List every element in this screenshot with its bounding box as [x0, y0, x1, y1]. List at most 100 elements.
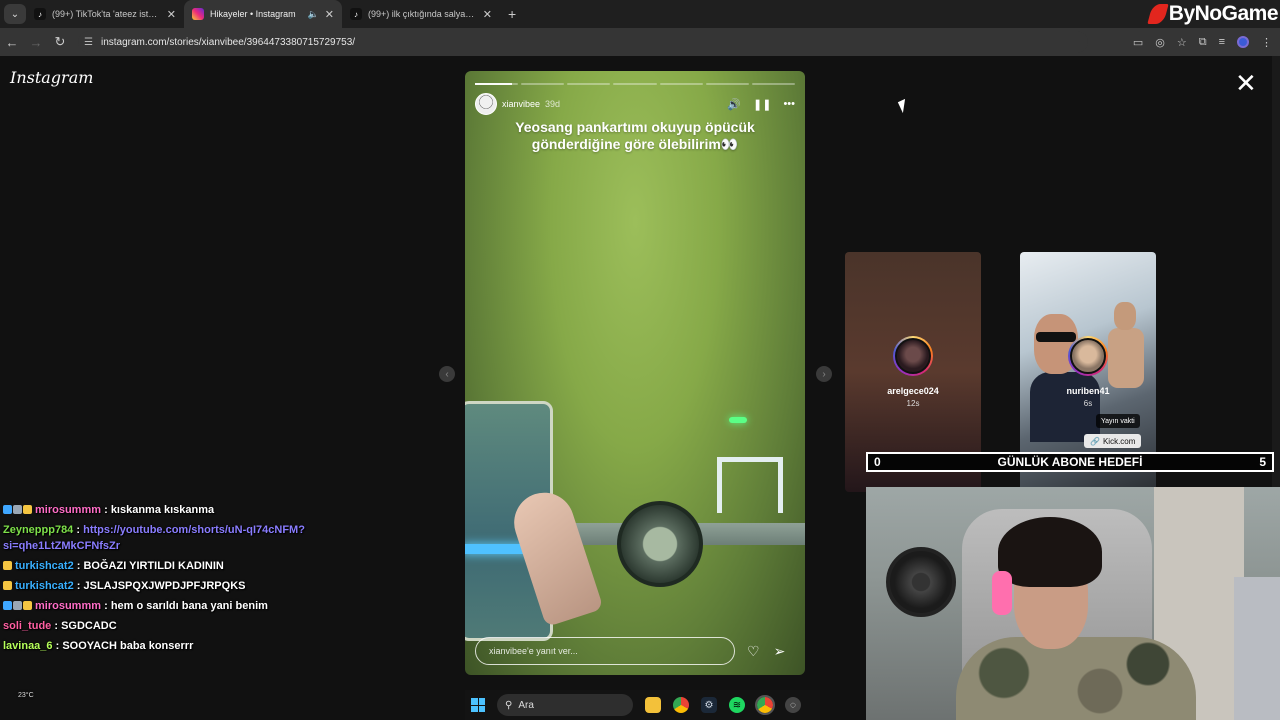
chat-badge-icon	[3, 601, 12, 610]
chat-badge-icon	[3, 561, 12, 570]
chat-text: JSLAJSPQXJWPDJPFJRPQKS	[83, 580, 246, 592]
site-info-icon[interactable]: ☰	[84, 37, 93, 48]
profile-avatar[interactable]	[1237, 36, 1249, 48]
kick-label: Kick.com	[1102, 436, 1136, 446]
chat-username[interactable]: mirosummm	[35, 504, 101, 516]
taskbar-search-label: Ara	[518, 699, 534, 711]
chat-badge-icon	[3, 581, 12, 590]
toolbar-icons: ▭ ◎ ☆ ⧉ ≡ ⋮	[1133, 28, 1272, 56]
story-age: 39d	[545, 99, 561, 109]
tab-tiktok-1[interactable]: ♪ (99+) TikTok'ta 'ateez istanbul k... ✕	[26, 0, 184, 28]
pause-icon[interactable]: ❚❚	[753, 98, 771, 111]
story-controls: 🔊 ❚❚ •••	[727, 98, 795, 111]
cast-icon[interactable]: ▭	[1133, 36, 1143, 49]
forward-button[interactable]: →	[24, 35, 48, 50]
close-tab-icon[interactable]: ✕	[483, 8, 492, 21]
chat-username[interactable]: turkishcat2	[15, 560, 74, 572]
chrome-active-icon[interactable]	[755, 695, 775, 715]
chat-text: SOOYACH baba konserrr	[62, 640, 194, 652]
story-progress-segment	[475, 83, 519, 85]
story-scene-lamp	[617, 501, 703, 587]
chat-message: soli_tude : SGDCADC	[3, 620, 117, 632]
previous-story-button[interactable]: ‹	[439, 366, 455, 382]
tab-bar: ⌄ ♪ (99+) TikTok'ta 'ateez istanbul k...…	[0, 0, 1280, 28]
url-field[interactable]: ☰ instagram.com/stories/xianvibee/396447…	[78, 31, 1088, 53]
steam-icon[interactable]: ⚙	[701, 697, 717, 713]
mouse-cursor-icon	[897, 98, 911, 114]
bynogame-logo: ByNoGame	[1147, 0, 1279, 28]
menu-icon[interactable]: ⋮	[1261, 36, 1272, 49]
taskbar-search[interactable]: ⚲ Ara	[497, 694, 633, 716]
side-story-age: 6s	[1083, 399, 1093, 408]
chrome-icon[interactable]	[673, 697, 689, 713]
story-avatar[interactable]	[475, 93, 497, 115]
tab-tiktok-2[interactable]: ♪ (99+) ilk çıktığında salya sumuk... ✕	[342, 0, 500, 28]
chat-message: turkishcat2 : BOĞAZI YIRTILDI KADININ	[0, 556, 320, 576]
tab-instagram[interactable]: Hikayeler • Instagram 🔈 ✕	[184, 0, 342, 28]
more-options-icon[interactable]: •••	[783, 98, 795, 110]
story-progress-segment	[659, 83, 703, 85]
close-stories-icon[interactable]: ✕	[1235, 70, 1257, 96]
goal-target: 5	[1259, 455, 1266, 469]
heart-icon[interactable]: ♡	[747, 643, 760, 660]
story-reply-actions: ♡ ➢	[747, 643, 785, 660]
spotify-icon[interactable]: ≋	[729, 697, 745, 713]
reload-button[interactable]: ↻	[48, 34, 72, 50]
back-button[interactable]: ←	[0, 35, 24, 50]
volume-icon[interactable]: 🔊	[727, 98, 741, 111]
close-tab-icon[interactable]: ✕	[167, 8, 176, 21]
media-control-icon[interactable]: ≡	[1219, 36, 1225, 48]
chat-text: BOĞAZI YIRTILDI KADININ	[83, 560, 224, 572]
chat-username[interactable]: lavinaa_6	[3, 640, 53, 652]
instagram-logo[interactable]: Instagram	[10, 68, 93, 87]
app-icon[interactable]: ◌	[785, 697, 801, 713]
story-viewer[interactable]: xianvibee 39d 🔊 ❚❚ ••• Yeosang pankartım…	[465, 71, 805, 675]
chat-badges	[3, 581, 12, 590]
chat-badges	[3, 561, 12, 570]
windows-taskbar: ⚲ Ara ⚙ ≋ ◌	[465, 690, 820, 720]
story-reply-input[interactable]: xianvibee'e yanıt ver...	[475, 637, 735, 665]
story-scene-frame	[717, 457, 783, 513]
speaker-icon[interactable]: 🔈	[308, 9, 319, 20]
url-text: instagram.com/stories/xianvibee/39644733…	[100, 36, 356, 48]
story-progress-segment	[613, 83, 657, 85]
bookmark-star-icon[interactable]: ☆	[1177, 36, 1187, 49]
side-story-avatar	[1070, 338, 1106, 374]
chat-badges	[3, 505, 32, 514]
kick-badge: 🔗 Kick.com	[1084, 434, 1142, 448]
weather-readout: 23°C	[18, 692, 34, 699]
stream-chat: mirosummm : kıskanma kıskanma Zeyneppp784…	[0, 500, 320, 656]
chat-text: SGDCADC	[61, 620, 117, 632]
stream-time-badge: Yayın vakti	[1096, 414, 1140, 428]
story-scene-light	[729, 417, 747, 423]
file-explorer-icon[interactable]	[645, 697, 661, 713]
eye-off-icon[interactable]: ◎	[1155, 36, 1165, 49]
tab-title: (99+) ilk çıktığında salya sumuk...	[368, 9, 477, 19]
tab-search-button[interactable]: ⌄	[4, 4, 26, 24]
webcam-feed	[866, 487, 1280, 720]
chat-username[interactable]: turkishcat2	[15, 580, 74, 592]
tiktok-icon: ♪	[34, 8, 46, 20]
send-icon[interactable]: ➢	[774, 643, 786, 660]
side-story-username: arelgece024	[887, 386, 939, 396]
windows-start-icon[interactable]	[471, 698, 485, 712]
webcam-fan	[886, 547, 956, 617]
close-tab-icon[interactable]: ✕	[325, 8, 334, 21]
address-bar-row: ← → ↻ ☰ instagram.com/stories/xianvibee/…	[0, 28, 1280, 56]
side-story-ring	[1068, 336, 1108, 376]
chat-message: lavinaa_6 : SOOYACH baba konserrr	[3, 640, 194, 652]
chat-username[interactable]: soli_tude	[3, 620, 51, 632]
extensions-icon[interactable]: ⧉	[1199, 36, 1207, 49]
subscriber-goal-bar: 0 GÜNLÜK ABONE HEDEFİ 5	[866, 452, 1274, 472]
chat-username[interactable]: mirosummm	[35, 600, 101, 612]
tab-title: (99+) TikTok'ta 'ateez istanbul k...	[52, 9, 161, 19]
next-story-button[interactable]: ›	[816, 366, 832, 382]
side-story-avatar	[895, 338, 931, 374]
story-progress-fill	[475, 83, 512, 85]
search-icon: ⚲	[505, 699, 513, 711]
new-tab-button[interactable]: +	[508, 6, 516, 22]
story-username[interactable]: xianvibee	[502, 99, 540, 109]
side-story-ring	[893, 336, 933, 376]
chat-username[interactable]: Zeyneppp784	[3, 524, 73, 536]
story-caption: Yeosang pankartımı okuyup öpücük gönderd…	[515, 119, 755, 152]
